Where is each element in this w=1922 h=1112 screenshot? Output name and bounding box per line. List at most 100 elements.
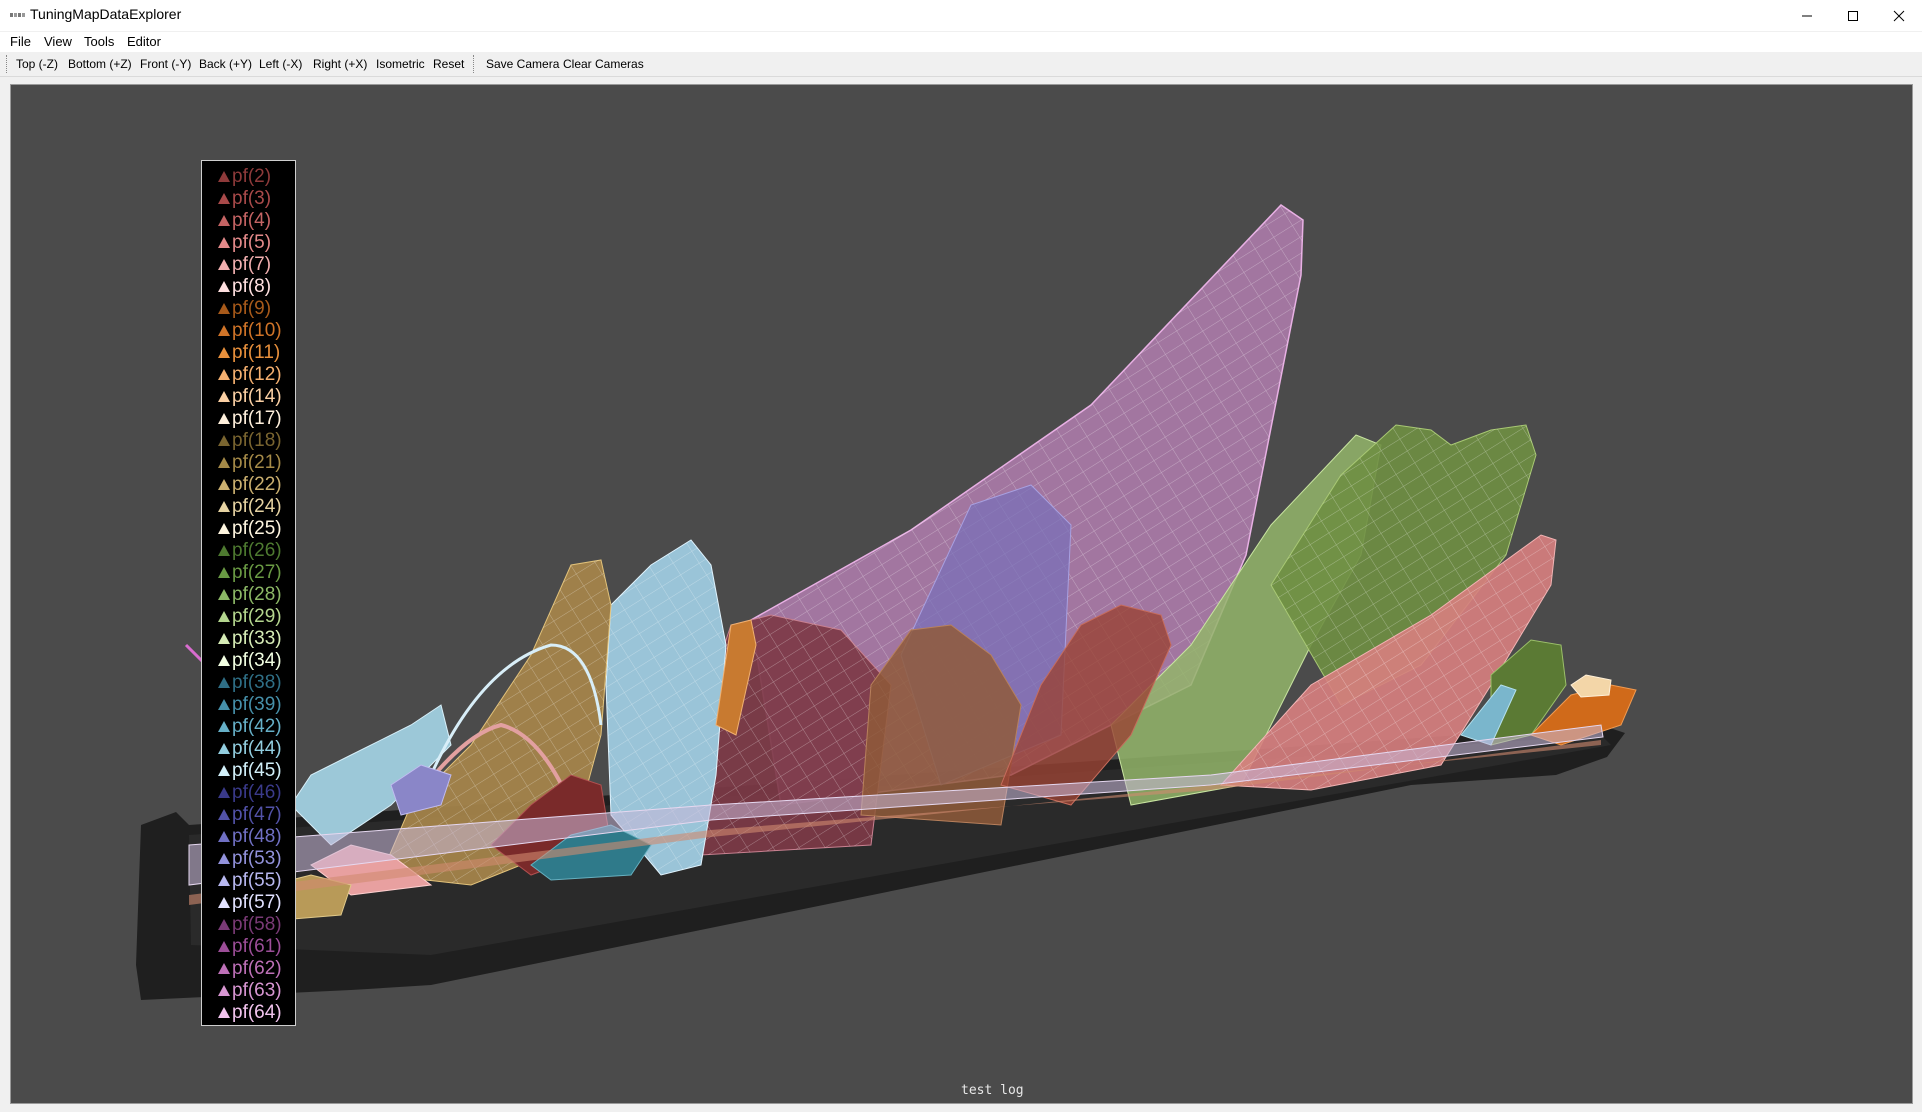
maximize-button[interactable] (1830, 0, 1876, 31)
legend-item[interactable]: pf(28) (218, 584, 282, 606)
legend-label: pf(21) (232, 452, 282, 473)
triangle-marker-icon (218, 237, 230, 248)
toolbar: Top (-Z) Bottom (+Z) Front (-Y) Back (+Y… (0, 52, 1922, 77)
legend-item[interactable]: pf(46) (218, 782, 282, 804)
triangle-marker-icon (218, 985, 230, 996)
triangle-marker-icon (218, 1007, 230, 1018)
legend-label: pf(26) (232, 540, 282, 561)
triangle-marker-icon (218, 787, 230, 798)
legend-label: pf(18) (232, 430, 282, 451)
triangle-marker-icon (218, 171, 230, 182)
view-right-button[interactable]: Right (+X) (313, 57, 367, 71)
triangle-marker-icon (218, 501, 230, 512)
legend-item[interactable]: pf(11) (218, 342, 280, 364)
clear-cameras-button[interactable]: Clear Cameras (563, 57, 644, 71)
legend-label: pf(57) (232, 892, 282, 913)
triangle-marker-icon (218, 457, 230, 468)
view-top-button[interactable]: Top (-Z) (16, 57, 58, 71)
legend-item[interactable]: pf(5) (218, 232, 271, 254)
legend-item[interactable]: pf(39) (218, 694, 282, 716)
triangle-marker-icon (218, 369, 230, 380)
legend-item[interactable]: pf(44) (218, 738, 282, 760)
legend-label: pf(11) (232, 342, 281, 363)
triangle-marker-icon (218, 325, 230, 336)
legend-item[interactable]: pf(34) (218, 650, 282, 672)
legend-item[interactable]: pf(62) (218, 958, 282, 980)
legend-item[interactable]: pf(53) (218, 848, 282, 870)
legend-item[interactable]: pf(63) (218, 980, 282, 1002)
legend-label: pf(33) (232, 628, 282, 649)
triangle-marker-icon (218, 479, 230, 490)
legend-label: pf(62) (232, 958, 282, 979)
menu-tools[interactable]: Tools (84, 34, 114, 49)
triangle-marker-icon (218, 743, 230, 754)
minimize-button[interactable] (1784, 0, 1830, 31)
maximize-icon (1848, 10, 1858, 21)
legend-item[interactable]: pf(7) (218, 254, 271, 276)
legend-item[interactable]: pf(21) (218, 452, 282, 474)
legend-item[interactable]: pf(64) (218, 1002, 282, 1024)
legend-item[interactable]: pf(58) (218, 914, 282, 936)
menu-file[interactable]: File (10, 34, 31, 49)
menu-editor[interactable]: Editor (127, 34, 161, 49)
legend-item[interactable]: pf(8) (218, 276, 271, 298)
legend-label: pf(34) (232, 650, 282, 671)
legend-item[interactable]: pf(45) (218, 760, 282, 782)
legend-item[interactable]: pf(38) (218, 672, 282, 694)
legend-item[interactable]: pf(42) (218, 716, 282, 738)
save-camera-button[interactable]: Save Camera (486, 57, 559, 71)
legend-item[interactable]: pf(4) (218, 210, 271, 232)
triangle-marker-icon (218, 545, 230, 556)
view-bottom-button[interactable]: Bottom (+Z) (68, 57, 132, 71)
legend-item[interactable]: pf(61) (218, 936, 282, 958)
legend-label: pf(10) (232, 320, 282, 341)
legend-label: pf(3) (232, 188, 272, 209)
surface-plot-scene[interactable] (11, 85, 1912, 1103)
legend-item[interactable]: pf(47) (218, 804, 282, 826)
close-button[interactable] (1876, 0, 1922, 31)
legend-item[interactable]: pf(24) (218, 496, 282, 518)
triangle-marker-icon (218, 655, 230, 666)
legend-label: pf(53) (232, 848, 282, 869)
legend-item[interactable]: pf(55) (218, 870, 282, 892)
legend-item[interactable]: pf(57) (218, 892, 282, 914)
view-back-button[interactable]: Back (+Y) (199, 57, 252, 71)
3d-viewport[interactable]: pf(2) pf(3) pf(4) pf(5) pf(7) pf(8) pf(9) pf(10… (10, 84, 1913, 1104)
legend-item[interactable]: pf(17) (218, 408, 282, 430)
view-front-button[interactable]: Front (-Y) (140, 57, 191, 71)
menu-view[interactable]: View (44, 34, 72, 49)
triangle-marker-icon (218, 215, 230, 226)
triangle-marker-icon (218, 347, 230, 358)
window-title: TuningMapDataExplorer (30, 6, 182, 22)
triangle-marker-icon (218, 941, 230, 952)
legend-label: pf(64) (232, 1002, 282, 1023)
legend-item[interactable]: pf(26) (218, 540, 282, 562)
legend-item[interactable]: pf(33) (218, 628, 282, 650)
legend-item[interactable]: pf(18) (218, 430, 282, 452)
legend-item[interactable]: pf(3) (218, 188, 271, 210)
legend-item[interactable]: pf(12) (218, 364, 282, 386)
view-isometric-button[interactable]: Isometric (376, 57, 425, 71)
legend-item[interactable]: pf(25) (218, 518, 282, 540)
legend-item[interactable]: pf(48) (218, 826, 282, 848)
legend-item[interactable]: pf(2) (218, 166, 271, 188)
legend-label: pf(22) (232, 474, 282, 495)
toolbar-grip[interactable] (6, 55, 9, 73)
legend-item[interactable]: pf(29) (218, 606, 282, 628)
legend-item[interactable]: pf(14) (218, 386, 282, 408)
triangle-marker-icon (218, 633, 230, 644)
legend-label: pf(14) (232, 386, 282, 407)
legend-label: pf(12) (232, 364, 282, 385)
triangle-marker-icon (218, 281, 230, 292)
legend-item[interactable]: pf(22) (218, 474, 282, 496)
triangle-marker-icon (218, 875, 230, 886)
legend-label: pf(25) (232, 518, 282, 539)
triangle-marker-icon (218, 853, 230, 864)
view-reset-button[interactable]: Reset (433, 57, 464, 71)
view-left-button[interactable]: Left (-X) (259, 57, 302, 71)
legend-item[interactable]: pf(27) (218, 562, 282, 584)
triangle-marker-icon (218, 677, 230, 688)
legend-item[interactable]: pf(10) (218, 320, 282, 342)
legend-label: pf(28) (232, 584, 282, 605)
legend-item[interactable]: pf(9) (218, 298, 271, 320)
